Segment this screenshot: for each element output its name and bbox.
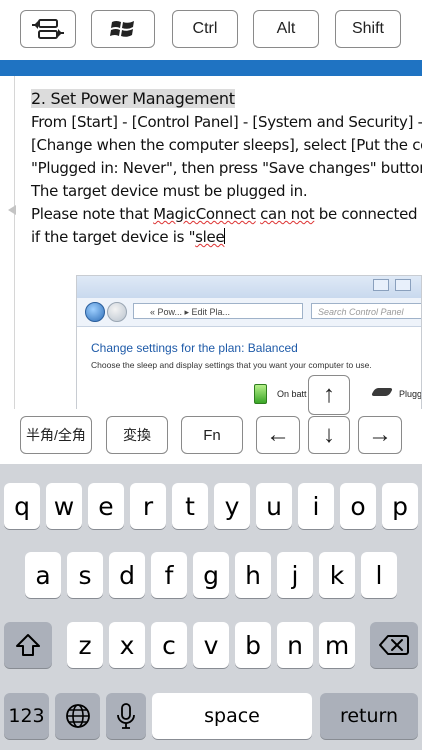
- key-z[interactable]: z: [67, 622, 103, 668]
- line5-part-a: Please note that: [31, 205, 154, 223]
- key-o[interactable]: o: [340, 483, 376, 529]
- text-line-5: Please note that MagicConnect can not be…: [31, 205, 422, 223]
- down-arrow-key[interactable]: ↓: [308, 416, 350, 454]
- text-line-1: From [Start] - [Control Panel] - [System…: [31, 113, 422, 131]
- text-caret: [224, 228, 226, 244]
- key-i[interactable]: i: [298, 483, 334, 529]
- top-toolbar: Ctrl Alt Shift: [0, 0, 422, 60]
- text-line-4: The target device must be plugged in.: [31, 182, 308, 200]
- fn-key[interactable]: Fn: [181, 416, 243, 454]
- line5-part-e: be connected from o: [318, 205, 422, 223]
- alt-key-button[interactable]: Alt: [253, 10, 319, 48]
- keyboard-switch-button[interactable]: [20, 10, 76, 48]
- key-w[interactable]: w: [46, 483, 82, 529]
- space-key[interactable]: space: [152, 693, 312, 739]
- windows-logo-icon: [110, 21, 134, 37]
- key-b[interactable]: b: [235, 622, 271, 668]
- shift-icon: [16, 634, 40, 656]
- key-h[interactable]: h: [235, 552, 271, 598]
- key-j[interactable]: j: [277, 552, 313, 598]
- key-p[interactable]: p: [382, 483, 418, 529]
- shift-key[interactable]: [4, 622, 52, 668]
- key-d[interactable]: d: [109, 552, 145, 598]
- hankaku-zenkaku-key[interactable]: 半角/全角: [20, 416, 92, 454]
- typing-word: slee: [195, 228, 225, 246]
- return-key[interactable]: return: [320, 693, 418, 739]
- ctrl-key-button[interactable]: Ctrl: [172, 10, 238, 48]
- key-f[interactable]: f: [151, 552, 187, 598]
- key-n[interactable]: n: [277, 622, 313, 668]
- right-arrow-key[interactable]: →: [358, 416, 402, 454]
- key-m[interactable]: m: [319, 622, 355, 668]
- gutter-marker-icon: [8, 205, 16, 215]
- plug-icon: [370, 388, 394, 396]
- text-line-2: [Change when the computer sleeps], selec…: [31, 136, 422, 154]
- section-heading: 2. Set Power Management: [31, 89, 235, 108]
- key-a[interactable]: a: [25, 552, 61, 598]
- globe-key[interactable]: [55, 693, 100, 739]
- accent-band: [0, 60, 422, 76]
- line6-part-a: if the target device is ": [31, 228, 196, 246]
- backspace-key[interactable]: [370, 622, 418, 668]
- explorer-navbar: « Pow... ▸ Edit Pla... Search Control Pa…: [77, 298, 421, 327]
- key-t[interactable]: t: [172, 483, 208, 529]
- remote-document-view[interactable]: 2. Set Power Management From [Start] - […: [0, 76, 422, 409]
- minimize-icon: [373, 279, 389, 291]
- key-l[interactable]: l: [361, 552, 397, 598]
- shift-key-button[interactable]: Shift: [335, 10, 401, 48]
- plan-subtitle: Choose the sleep and display settings th…: [91, 360, 372, 370]
- up-arrow-key[interactable]: ↑: [308, 375, 350, 415]
- key-u[interactable]: u: [256, 483, 292, 529]
- windows-key-button[interactable]: [91, 10, 155, 48]
- onscreen-keyboard: q w e r t y u i o p a s d f g h j k l z …: [0, 464, 422, 750]
- key-r[interactable]: r: [130, 483, 166, 529]
- forward-icon: [107, 302, 127, 322]
- key-x[interactable]: x: [109, 622, 145, 668]
- text-line-6: if the target device is "slee: [31, 228, 226, 246]
- maximize-icon: [395, 279, 411, 291]
- heading-text: 2. Set Power Management: [31, 89, 235, 108]
- misspelled-phrase: can not: [260, 205, 315, 223]
- key-g[interactable]: g: [193, 552, 229, 598]
- window-titlebar: [77, 276, 421, 298]
- text-line-3: "Plugged in: Never", then press "Save ch…: [31, 159, 422, 177]
- key-y[interactable]: y: [214, 483, 250, 529]
- plan-title: Change settings for the plan: Balanced: [91, 341, 298, 355]
- search-box: Search Control Panel: [311, 303, 421, 319]
- globe-icon: [65, 704, 90, 728]
- misspelled-word: MagicConnect: [153, 205, 256, 223]
- key-c[interactable]: c: [151, 622, 187, 668]
- left-arrow-key[interactable]: ←: [256, 416, 300, 454]
- key-e[interactable]: e: [88, 483, 124, 529]
- keyboard-swap-icon: [32, 19, 64, 39]
- address-bar: « Pow... ▸ Edit Pla...: [133, 303, 303, 319]
- microphone-icon: [117, 703, 135, 729]
- back-icon: [85, 302, 105, 322]
- key-v[interactable]: v: [193, 622, 229, 668]
- on-battery-label: On batt: [277, 389, 307, 399]
- battery-icon: [254, 384, 267, 404]
- plugged-in-label: Plugg: [399, 389, 422, 399]
- henkan-key[interactable]: 変換: [106, 416, 168, 454]
- numbers-key[interactable]: 123: [4, 693, 49, 739]
- embedded-screenshot: « Pow... ▸ Edit Pla... Search Control Pa…: [76, 275, 422, 409]
- microphone-key[interactable]: [106, 693, 146, 739]
- key-q[interactable]: q: [4, 483, 40, 529]
- backspace-icon: [379, 635, 409, 655]
- key-s[interactable]: s: [67, 552, 103, 598]
- key-k[interactable]: k: [319, 552, 355, 598]
